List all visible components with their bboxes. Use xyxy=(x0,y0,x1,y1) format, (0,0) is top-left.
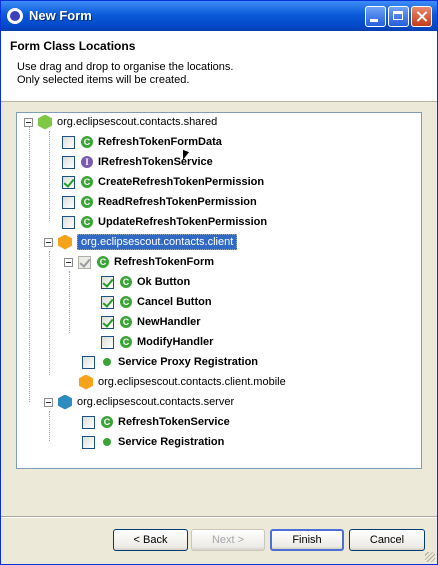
wizard-header: Form Class Locations Use drag and drop t… xyxy=(1,31,437,102)
registration-dot-icon xyxy=(103,438,111,446)
page-description-line2: Only selected items will be created. xyxy=(17,74,190,86)
package-icon xyxy=(58,234,72,250)
tree-item-modifyhandler[interactable]: C ModifyHandler xyxy=(101,333,213,351)
package-icon xyxy=(58,394,72,410)
tree-guide xyxy=(49,251,50,375)
tree-item-shared-package[interactable]: org.eclipsescout.contacts.shared xyxy=(24,113,217,131)
tree-item-label: ReadRefreshTokenPermission xyxy=(98,196,257,208)
tree-item-label: Service Registration xyxy=(118,436,225,448)
class-icon: C xyxy=(120,336,132,348)
tree-item-label: org.eclipsescout.contacts.server xyxy=(77,396,235,408)
class-icon: C xyxy=(97,256,109,268)
location-tree[interactable]: org.eclipsescout.contacts.shared C Refre… xyxy=(16,112,422,469)
item-checkbox[interactable] xyxy=(101,275,114,289)
tree-item-updaterefreshtokenpermission[interactable]: C UpdateRefreshTokenPermission xyxy=(62,213,267,231)
tree-item-service-registration[interactable]: Service Registration xyxy=(82,433,224,451)
tree-item-label: ModifyHandler xyxy=(137,336,214,348)
resize-grip[interactable] xyxy=(425,552,435,562)
tree-item-irefreshtokenservice[interactable]: I IRefreshTokenService xyxy=(62,153,213,171)
item-checkbox[interactable] xyxy=(101,295,114,309)
tree-guide xyxy=(69,271,70,333)
tree-item-label: RefreshTokenFormData xyxy=(98,136,222,148)
class-icon: C xyxy=(81,196,93,208)
new-form-dialog: New Form Form Class Locations Use drag a… xyxy=(0,0,438,565)
mouse-pointer-icon xyxy=(183,149,189,163)
item-checkbox[interactable] xyxy=(82,415,95,429)
item-checkbox[interactable] xyxy=(82,435,95,449)
item-checkbox[interactable] xyxy=(62,155,75,169)
collapse-toggle[interactable] xyxy=(44,397,53,407)
collapse-toggle[interactable] xyxy=(64,257,73,267)
title-bar[interactable]: New Form xyxy=(1,1,437,31)
tree-item-newhandler[interactable]: C NewHandler xyxy=(101,313,201,331)
tree-item-label: Service Proxy Registration xyxy=(118,356,259,368)
item-checkbox[interactable] xyxy=(62,175,75,189)
item-checkbox[interactable] xyxy=(78,255,91,269)
class-icon: C xyxy=(120,276,132,288)
maximize-button[interactable] xyxy=(388,6,409,27)
tree-item-label: org.eclipsescout.contacts.client xyxy=(77,234,238,250)
registration-dot-icon xyxy=(103,358,111,366)
cancel-button[interactable]: Cancel xyxy=(349,529,425,551)
window-title: New Form xyxy=(29,8,92,23)
class-icon: C xyxy=(81,176,93,188)
tree-item-label: RefreshTokenService xyxy=(118,416,230,428)
page-description-line1: Use drag and drop to organise the locati… xyxy=(17,61,234,73)
tree-item-client-package[interactable]: org.eclipsescout.contacts.client xyxy=(44,233,238,251)
tree-item-label: NewHandler xyxy=(137,316,201,328)
tree-guide xyxy=(49,411,50,441)
tree-guide xyxy=(29,127,30,402)
item-checkbox[interactable] xyxy=(82,355,95,369)
tree-item-label: Ok Button xyxy=(137,276,191,288)
tree-item-label: RefreshTokenForm xyxy=(114,256,215,268)
next-button[interactable]: Next > xyxy=(191,529,265,551)
package-icon xyxy=(79,374,93,390)
tree-guide xyxy=(49,131,50,221)
class-icon: C xyxy=(101,416,113,428)
tree-item-ok-button[interactable]: C Ok Button xyxy=(101,273,190,291)
tree-item-client-mobile-package[interactable]: org.eclipsescout.contacts.client.mobile xyxy=(79,373,286,391)
tree-item-refreshtokenformdata[interactable]: C RefreshTokenFormData xyxy=(62,133,222,151)
eclipse-icon xyxy=(7,8,23,24)
finish-button[interactable]: Finish xyxy=(270,529,344,551)
close-button[interactable] xyxy=(411,6,432,27)
tree-item-refreshtokenservice[interactable]: C RefreshTokenService xyxy=(82,413,230,431)
class-icon: C xyxy=(120,296,132,308)
item-checkbox[interactable] xyxy=(62,135,75,149)
tree-item-label: Cancel Button xyxy=(137,296,212,308)
back-button[interactable]: < Back xyxy=(113,529,188,551)
tree-item-service-proxy-registration[interactable]: Service Proxy Registration xyxy=(82,353,258,371)
tree-item-label: org.eclipsescout.contacts.shared xyxy=(57,116,218,128)
item-checkbox[interactable] xyxy=(62,215,75,229)
tree-item-label: org.eclipsescout.contacts.client.mobile xyxy=(98,376,286,388)
collapse-toggle[interactable] xyxy=(24,117,33,127)
page-title: Form Class Locations xyxy=(10,39,136,53)
item-checkbox[interactable] xyxy=(62,195,75,209)
package-icon xyxy=(38,114,52,130)
class-icon: C xyxy=(120,316,132,328)
item-checkbox[interactable] xyxy=(101,315,114,329)
tree-item-cancel-button[interactable]: C Cancel Button xyxy=(101,293,212,311)
tree-item-createrefreshtokenpermission[interactable]: C CreateRefreshTokenPermission xyxy=(62,173,264,191)
tree-item-readrefreshtokenpermission[interactable]: C ReadRefreshTokenPermission xyxy=(62,193,257,211)
tree-item-server-package[interactable]: org.eclipsescout.contacts.server xyxy=(44,393,234,411)
minimize-button[interactable] xyxy=(365,6,386,27)
item-checkbox[interactable] xyxy=(101,335,114,349)
tree-item-label: UpdateRefreshTokenPermission xyxy=(98,216,268,228)
class-icon: C xyxy=(81,136,93,148)
button-bar-separator xyxy=(1,516,437,518)
tree-item-label: IRefreshTokenService xyxy=(98,156,213,168)
interface-icon: I xyxy=(81,156,93,168)
class-icon: C xyxy=(81,216,93,228)
tree-item-label: CreateRefreshTokenPermission xyxy=(98,176,265,188)
collapse-toggle[interactable] xyxy=(44,237,53,247)
tree-item-refreshtokenform[interactable]: C RefreshTokenForm xyxy=(64,253,214,271)
